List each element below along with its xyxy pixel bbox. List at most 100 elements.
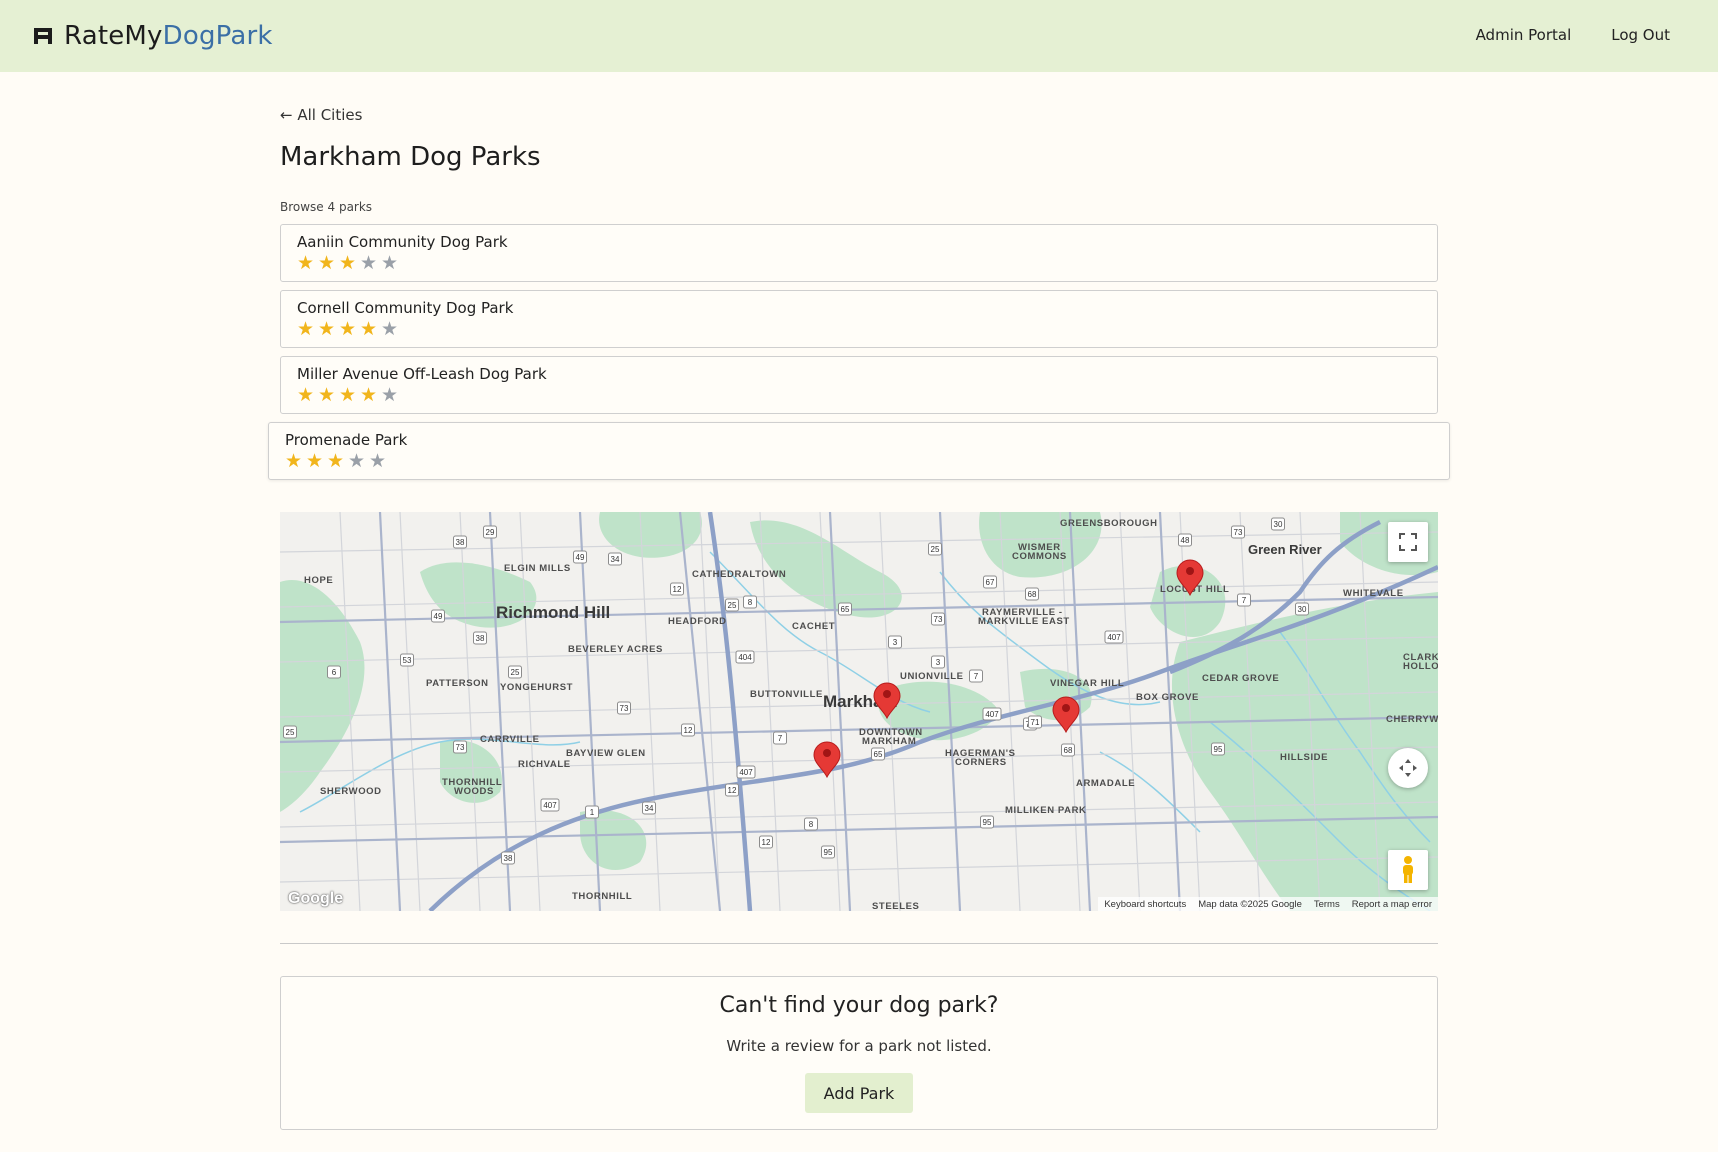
route-shield: 73 [931,612,945,626]
route-shield-number: 25 [728,601,737,610]
camera-control-button[interactable] [1388,748,1428,788]
route-shield-number: 68 [1028,590,1037,599]
route-shield: 73 [617,701,631,715]
route-shield: 3 [931,655,945,669]
street-view-button[interactable] [1388,850,1428,890]
map-label-richmond-hill: Richmond Hill [496,603,610,622]
star-icon: ★ [360,384,378,406]
park-card[interactable]: Miller Avenue Off-Leash Dog Park ★ ★ ★ ★ ★ [280,356,1438,414]
star-icon: ★ [369,450,387,472]
map-label-yongehurst: YONGEHURST [500,682,573,693]
park-name: Aaniin Community Dog Park [297,233,508,251]
brand-name: RateMyDogPark [64,21,273,51]
route-shield: 68 [1061,743,1075,757]
page-title: Markham Dog Parks [280,142,541,172]
map-label-steeles: STEELES [872,901,920,911]
route-shield-number: 49 [576,553,585,562]
park-card[interactable]: Aaniin Community Dog Park ★ ★ ★ ★ ★ [280,224,1438,282]
route-shield: 38 [453,535,467,549]
star-rating: ★ ★ ★ ★ ★ [297,384,402,406]
admin-portal-link[interactable]: Admin Portal [1476,24,1572,46]
route-shield-number: 73 [1234,528,1243,537]
map-label-headford: HEADFORD [668,616,727,627]
route-shield: 34 [642,801,656,815]
route-shield: 407 [736,765,756,779]
route-shield: 7 [1237,593,1251,607]
route-shield-number: 73 [934,615,943,624]
route-shield-number: 3 [936,658,941,667]
route-shield: 25 [283,725,297,739]
route-shield-number: 12 [684,726,693,735]
keyboard-shortcuts-link[interactable]: Keyboard shortcuts [1104,899,1186,910]
route-shield-number: 95 [824,848,833,857]
route-shield: 53 [400,653,414,667]
fullscreen-button[interactable] [1388,522,1428,562]
park-card[interactable]: Cornell Community Dog Park ★ ★ ★ ★ ★ [280,290,1438,348]
map-label-richvale: RICHVALE [518,759,571,770]
route-shield: 65 [838,602,852,616]
add-park-button[interactable]: Add Park [805,1073,913,1113]
map-label-patterson: PATTERSON [426,678,489,689]
route-shield-number: 7 [1242,596,1247,605]
star-icon: ★ [297,384,315,406]
route-shield: 95 [980,815,994,829]
route-shield-number: 34 [645,804,654,813]
nav-links: Admin Portal Log Out [1436,24,1670,46]
route-shield-number: 49 [434,612,443,621]
star-icon: ★ [339,318,357,340]
route-shield-number: 12 [728,786,737,795]
map-label-cachet: CACHET [792,621,835,632]
camera-control-icon [1399,759,1417,777]
map-label-cathedraltown: CATHEDRALTOWN [692,569,786,580]
route-shield: 25 [508,665,522,679]
map-label-cherrywo: CHERRYWO [1386,714,1438,725]
star-icon: ★ [339,252,357,274]
star-icon: ★ [318,318,336,340]
map-label-vinegar-hill: VINEGAR HILL [1050,678,1124,689]
star-icon: ★ [285,450,303,472]
map-label-whitevale: WHITEVALE [1343,588,1404,599]
route-shield-number: 34 [611,555,620,564]
route-shield-number: 29 [486,528,495,537]
park-name: Miller Avenue Off-Leash Dog Park [297,365,547,383]
map-label-green-river: Green River [1248,542,1322,557]
map-label-markham-caps: MARKHAM [862,736,916,747]
route-shield: 7 [773,731,787,745]
route-shield: 12 [681,723,695,737]
route-shield-number: 7 [974,672,979,681]
report-map-error-link[interactable]: Report a map error [1352,899,1432,910]
map-label-commons: COMMONS [1012,551,1067,562]
star-icon: ★ [339,384,357,406]
route-shield-number: 25 [931,545,940,554]
route-shield-number: 30 [1274,520,1283,529]
route-shield: 7 [969,669,983,683]
star-icon: ★ [306,450,324,472]
star-icon: ★ [360,252,378,274]
route-shield-number: 404 [738,653,752,662]
route-shield: 407 [982,707,1002,721]
map-label-woods: WOODS [454,786,494,797]
all-cities-back-link[interactable]: ← All Cities [280,106,362,124]
park-card[interactable]: Promenade Park ★ ★ ★ ★ ★ [268,422,1450,480]
google-logo[interactable]: Google [288,890,343,908]
route-shield-number: 53 [403,656,412,665]
route-shield: 29 [483,525,497,539]
route-shield-number: 407 [985,710,999,719]
route-shield: 3 [888,635,902,649]
star-icon: ★ [297,252,315,274]
brand-logo[interactable]: RateMyDogPark [32,18,273,54]
route-shield: 48 [1178,533,1192,547]
log-out-link[interactable]: Log Out [1611,24,1670,46]
route-shield-number: 65 [841,605,850,614]
map[interactable]: Richmond Hill Markham Green River GREENS… [280,512,1438,911]
map-canvas[interactable]: Richmond Hill Markham Green River GREENS… [280,512,1438,911]
star-icon: ★ [381,252,399,274]
park-name: Promenade Park [285,431,408,449]
terms-link[interactable]: Terms [1314,899,1340,910]
route-shield: 71 [1028,715,1042,729]
route-shield: 404 [735,650,755,664]
route-shield: 8 [743,595,757,609]
add-park-panel: Can't find your dog park? Write a review… [280,976,1438,1130]
route-shield-number: 12 [673,585,682,594]
dog-bed-logo-icon [34,28,52,44]
